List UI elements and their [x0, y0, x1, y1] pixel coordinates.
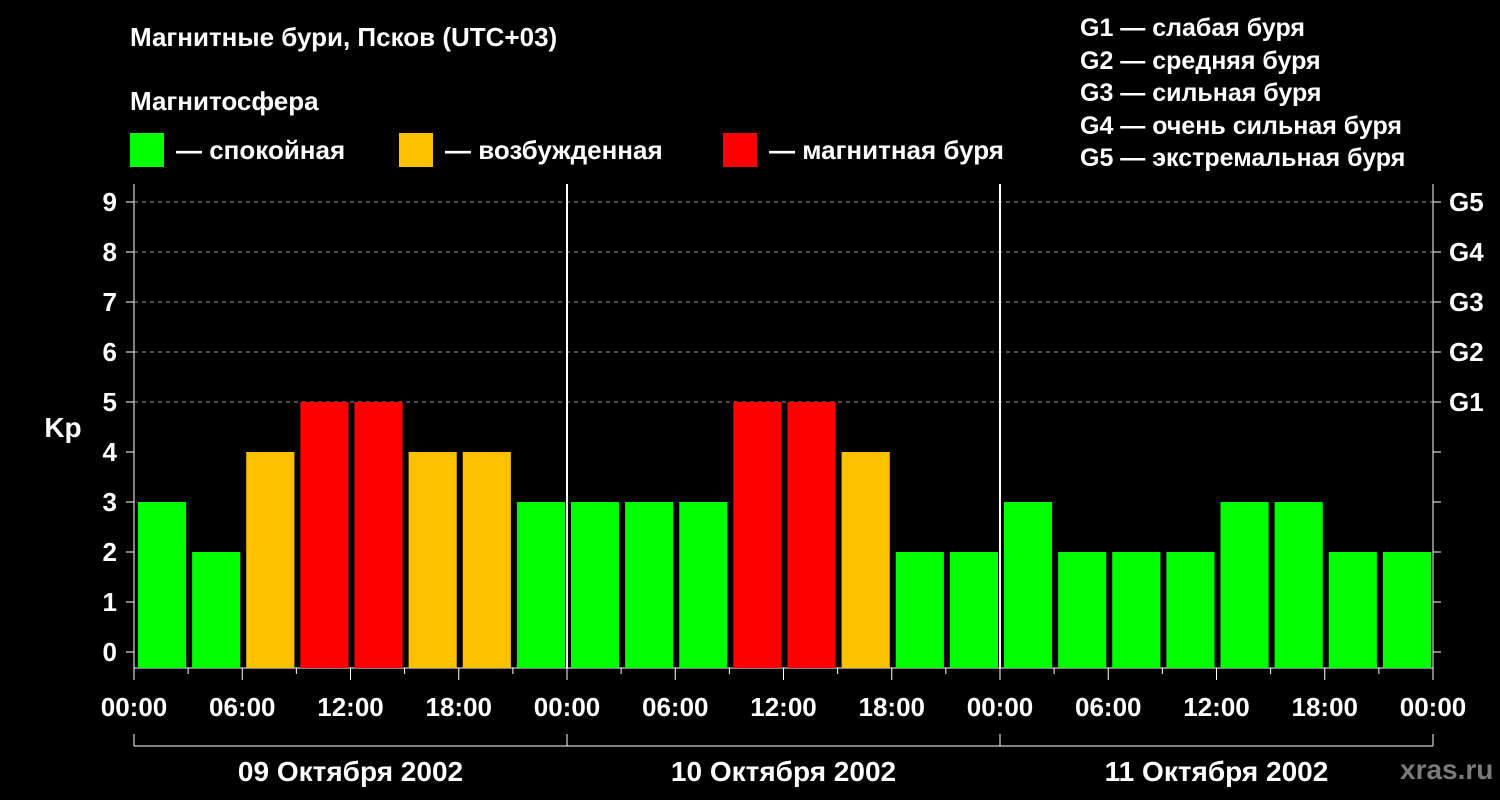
x-tick-label: 06:00: [1075, 692, 1142, 722]
x-tick-label: 18:00: [1292, 692, 1359, 722]
x-tick-label: 00:00: [101, 692, 168, 722]
x-tick-label: 18:00: [426, 692, 493, 722]
day-label: 11 Октября 2002: [1105, 756, 1329, 787]
bar: [895, 552, 944, 668]
y-tick-label: 8: [103, 237, 117, 267]
g-level-label: G3: [1449, 287, 1484, 317]
bar: [408, 452, 457, 668]
kp-chart: 0 1 2 3 4 5 6 7 8 9 G1 G2 G3 G4 G5 Kp 00:00 06:00 12:00 18:…: [44, 184, 1484, 787]
watermark: xras.ru: [1400, 754, 1494, 785]
x-tick-label: 00:00: [534, 692, 601, 722]
x-tick-label: 18:00: [859, 692, 926, 722]
bar: [625, 502, 674, 668]
day-label: 09 Октября 2002: [238, 756, 463, 787]
bar: [246, 452, 295, 668]
y-tick-label: 4: [103, 437, 118, 467]
bar: [733, 402, 782, 668]
bar: [516, 502, 565, 668]
y-tick-label: 0: [103, 637, 117, 667]
y-tick-label: 5: [103, 387, 117, 417]
g-level-label: G1: [1449, 387, 1484, 417]
bar: [571, 502, 620, 668]
g-level-label: G5: [1449, 187, 1484, 217]
y-tick-label: 2: [103, 537, 117, 567]
y-axis-title: Kp: [44, 412, 81, 443]
bar: [679, 502, 728, 668]
x-tick-label: 12:00: [1183, 692, 1250, 722]
bar: [1274, 502, 1323, 668]
y-tick-label: 3: [103, 487, 117, 517]
y-tick-label: 7: [103, 287, 117, 317]
bar: [1328, 552, 1377, 668]
day-label: 10 Октября 2002: [671, 756, 896, 787]
bar: [1112, 552, 1161, 668]
bar: [949, 552, 998, 668]
x-tick-label: 00:00: [1400, 692, 1467, 722]
g-level-label: G4: [1449, 237, 1484, 267]
x-tick-label: 06:00: [642, 692, 709, 722]
bar: [300, 402, 349, 668]
bar: [354, 402, 403, 668]
y-tick-label: 6: [103, 337, 117, 367]
bar: [841, 452, 890, 668]
bar: [1058, 552, 1107, 668]
bar: [1166, 552, 1215, 668]
bar: [462, 452, 511, 668]
x-tick-label: 12:00: [317, 692, 384, 722]
bar: [787, 402, 836, 668]
bar: [1382, 552, 1431, 668]
g-level-label: G2: [1449, 337, 1484, 367]
y-tick-label: 9: [103, 187, 117, 217]
bar: [192, 552, 241, 668]
x-tick-label: 12:00: [750, 692, 817, 722]
bar: [138, 502, 187, 668]
y-tick-label: 1: [103, 587, 117, 617]
bar: [1220, 502, 1269, 668]
x-tick-label: 06:00: [209, 692, 276, 722]
x-tick-label: 00:00: [967, 692, 1034, 722]
bar: [1004, 502, 1053, 668]
